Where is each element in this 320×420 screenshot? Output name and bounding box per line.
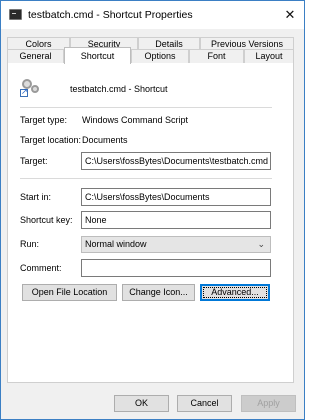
cmd-window-icon bbox=[9, 9, 22, 20]
ok-button[interactable]: OK bbox=[114, 395, 169, 412]
comment-field[interactable] bbox=[81, 259, 271, 277]
run-dropdown-value: Normal window bbox=[85, 239, 147, 249]
batch-file-shortcut-icon bbox=[20, 77, 42, 97]
divider bbox=[20, 107, 272, 108]
title-bar: testbatch.cmd - Shortcut Properties ✕ bbox=[1, 1, 304, 29]
tab-shortcut[interactable]: Shortcut bbox=[64, 47, 131, 64]
change-icon-button[interactable]: Change Icon... bbox=[122, 284, 195, 301]
window-title: testbatch.cmd - Shortcut Properties bbox=[28, 9, 193, 21]
cancel-button[interactable]: Cancel bbox=[177, 395, 232, 412]
run-label: Run: bbox=[20, 239, 40, 249]
target-location-value: Documents bbox=[82, 135, 128, 145]
start-in-field[interactable]: C:\Users\fossBytes\Documents bbox=[81, 188, 271, 206]
tab-font[interactable]: Font bbox=[189, 49, 244, 63]
target-label: Target: bbox=[20, 156, 48, 166]
advanced-button[interactable]: Advanced... bbox=[200, 284, 270, 301]
start-in-label: Start in: bbox=[20, 192, 52, 202]
tab-options[interactable]: Options bbox=[131, 49, 189, 63]
apply-button[interactable]: Apply bbox=[241, 395, 296, 412]
focus-rectangle bbox=[203, 287, 267, 298]
target-field[interactable]: C:\Users\fossBytes\Documents\testbatch.c… bbox=[81, 152, 271, 170]
run-dropdown[interactable]: Normal window ⌄ bbox=[81, 236, 271, 253]
chevron-down-icon: ⌄ bbox=[257, 239, 265, 249]
tab-layout[interactable]: Layout bbox=[244, 49, 294, 63]
shortcut-properties-dialog: testbatch.cmd - Shortcut Properties ✕ Co… bbox=[0, 0, 305, 420]
close-button[interactable]: ✕ bbox=[282, 7, 298, 23]
target-location-label: Target location: bbox=[20, 135, 82, 145]
tab-general[interactable]: General bbox=[7, 49, 64, 63]
target-type-value: Windows Command Script bbox=[82, 115, 189, 125]
shortcut-key-field[interactable]: None bbox=[81, 211, 271, 229]
shortcut-arrow-icon bbox=[20, 87, 28, 97]
shortcut-name: testbatch.cmd - Shortcut bbox=[70, 84, 168, 94]
open-file-location-button[interactable]: Open File Location bbox=[22, 284, 117, 301]
shortcut-key-label: Shortcut key: bbox=[20, 215, 73, 225]
comment-label: Comment: bbox=[20, 263, 62, 273]
divider bbox=[20, 178, 272, 179]
target-type-label: Target type: bbox=[20, 115, 68, 125]
